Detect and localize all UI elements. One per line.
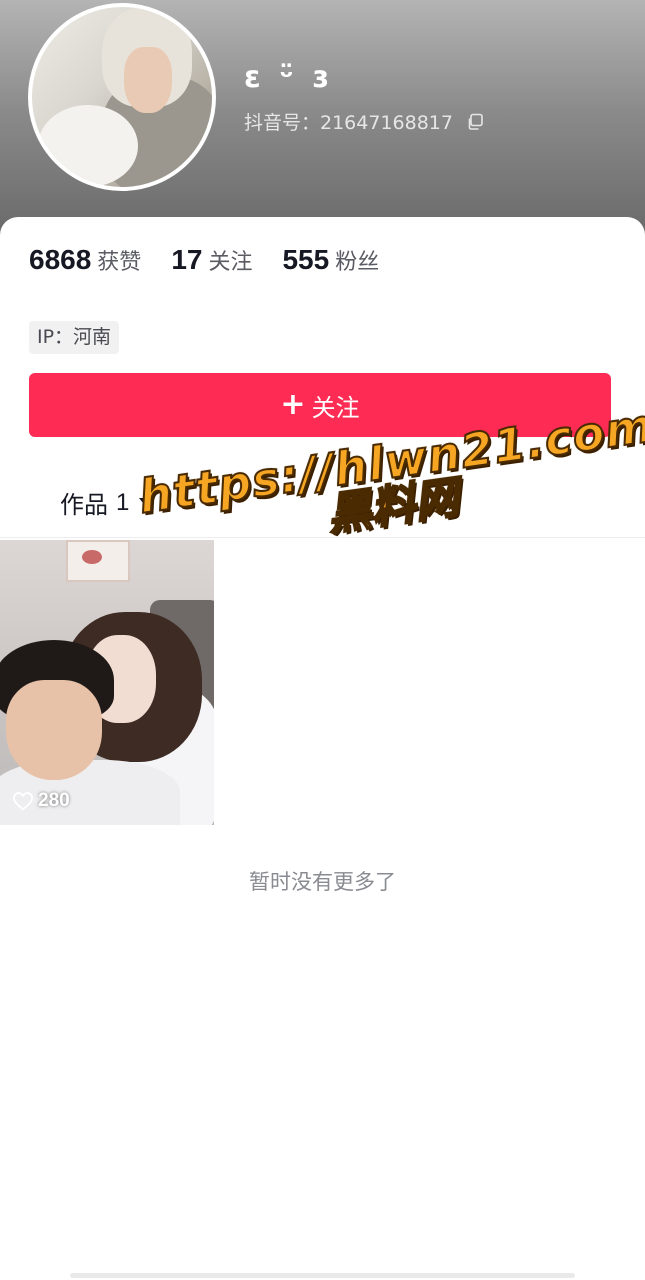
person-shape	[6, 680, 102, 780]
copy-icon[interactable]	[466, 113, 484, 131]
tab-works-count: 1	[116, 488, 130, 516]
douyin-id: 抖音号：21647168817	[244, 112, 453, 134]
ip-location-tag: IP：河南	[29, 321, 120, 354]
stat-followers-label: 粉丝	[335, 250, 380, 275]
stat-following-value: 17	[171, 244, 203, 275]
stat-likes[interactable]: 6868 获赞	[29, 244, 141, 276]
video-like-count: 280	[12, 790, 70, 812]
tab-works-label: 作品	[60, 491, 108, 519]
stat-followers-value: 555	[282, 244, 330, 275]
follow-button-label: 关注	[311, 393, 360, 422]
profile-header: ε ᵕ̈ ɜ 抖音号：21647168817	[0, 0, 645, 250]
end-of-list-message: 暂时没有更多了	[249, 870, 396, 894]
video-thumbnail[interactable]	[0, 540, 214, 825]
stat-likes-label: 获赞	[97, 250, 142, 275]
chevron-down-icon[interactable]	[139, 497, 156, 508]
divider	[0, 537, 645, 538]
profile-stats: 6868 获赞 17 关注 555 粉丝	[29, 244, 409, 276]
stat-followers[interactable]: 555 粉丝	[282, 244, 379, 276]
username: ε ᵕ̈ ɜ	[244, 60, 333, 95]
home-indicator[interactable]	[70, 1273, 575, 1278]
avatar[interactable]	[28, 3, 216, 191]
avatar-face-shape	[124, 47, 172, 113]
avatar-dog-shape	[38, 105, 138, 187]
stat-likes-value: 6868	[29, 244, 92, 275]
follow-button[interactable]: + 关注	[29, 373, 611, 437]
wall-frame-shape	[66, 540, 130, 582]
heart-icon	[12, 792, 34, 811]
plus-icon: +	[280, 387, 306, 422]
tab-works[interactable]: 作品 1	[60, 485, 156, 520]
like-count-value: 280	[38, 790, 70, 811]
stat-following-label: 关注	[208, 250, 253, 275]
stat-following[interactable]: 17 关注	[171, 244, 252, 276]
